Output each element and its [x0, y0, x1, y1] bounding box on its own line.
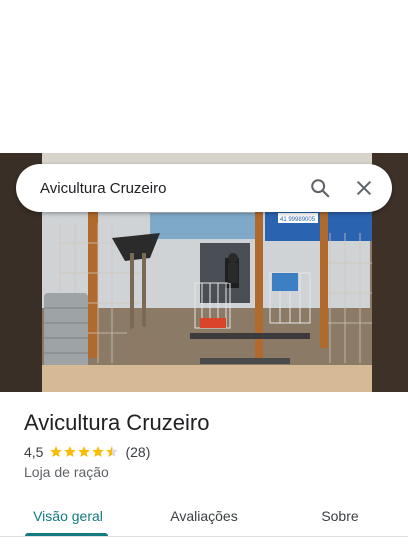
tab-about-label: Sobre [321, 508, 359, 524]
tabs-divider [0, 536, 408, 537]
search-bar[interactable]: Avicultura Cruzeiro [16, 164, 392, 212]
tab-overview-label: Visão geral [33, 508, 103, 524]
place-title: Avicultura Cruzeiro [24, 410, 210, 435]
clear-search-button[interactable] [342, 166, 386, 210]
search-button[interactable] [298, 166, 342, 210]
search-icon [311, 179, 330, 198]
tab-overview[interactable]: Visão geral [0, 496, 136, 536]
star-icon [50, 446, 63, 457]
search-query[interactable]: Avicultura Cruzeiro [16, 180, 298, 197]
tab-reviews[interactable]: Avaliações [136, 496, 272, 536]
rating-row[interactable]: 4,5 (28) [24, 444, 394, 460]
star-icon [78, 446, 91, 457]
place-category[interactable]: Loja de ração [24, 464, 394, 480]
close-icon [357, 181, 371, 195]
star-icon [106, 446, 119, 457]
place-tabs: Visão geral Avaliações Sobre [0, 496, 408, 536]
tab-reviews-label: Avaliações [170, 508, 238, 524]
rating-stars [49, 445, 119, 459]
place-info: Avicultura Cruzeiro 4,5 (28) Loja de raç… [24, 408, 394, 480]
star-icon [92, 446, 105, 457]
rating-value: 4,5 [24, 444, 44, 460]
sign-phone-text: 41 99989005 [280, 217, 316, 223]
tab-about[interactable]: Sobre [272, 496, 408, 536]
review-count[interactable]: (28) [125, 444, 150, 460]
star-icon [64, 446, 77, 457]
maps-place-panel: 41 99989005 Avicultura Cruzeiro Avicultu… [0, 0, 408, 544]
